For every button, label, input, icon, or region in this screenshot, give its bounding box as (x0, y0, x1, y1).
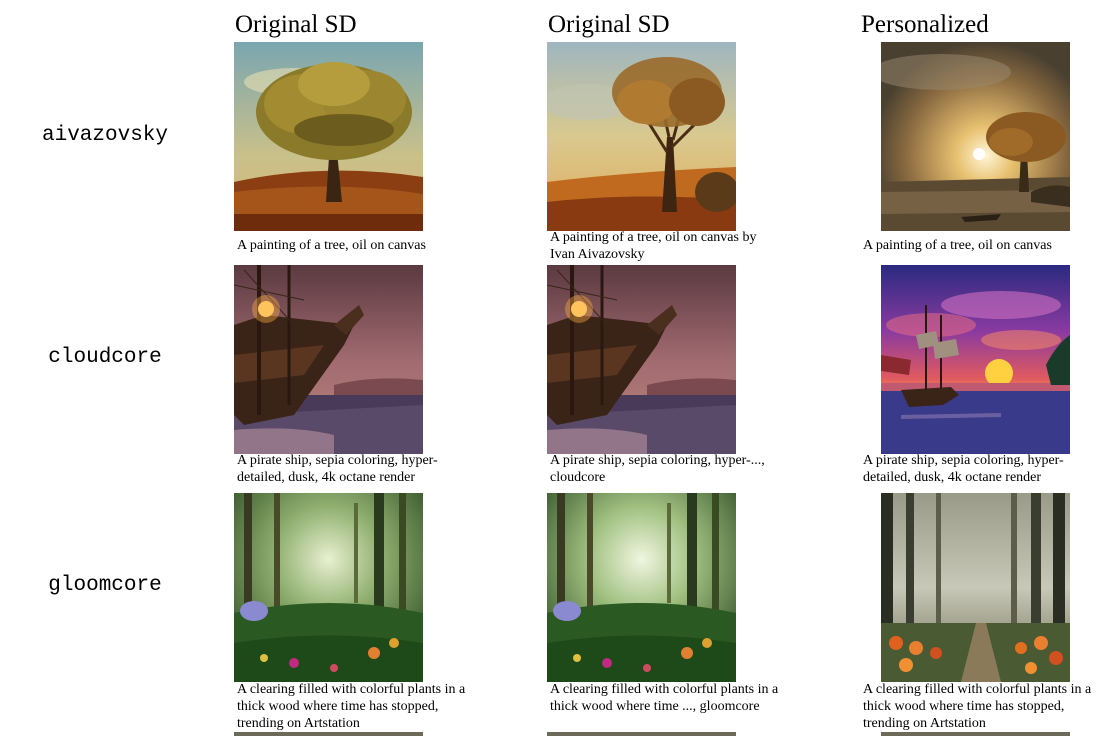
column-header-original-sd-2: Original SD (548, 11, 670, 38)
image-next-row-crop-3 (881, 732, 1070, 736)
row-label-gloomcore: gloomcore (48, 574, 162, 597)
image-next-row-crop-1 (234, 732, 423, 736)
caption-tree-personalized: A painting of a tree, oil on canvas (863, 238, 1052, 253)
caption-forest-original-sd-2: A clearing filled with colorful plants i… (550, 682, 779, 714)
image-tree-original-sd-aivazovsky (547, 42, 736, 231)
caption-forest-original-sd-1: A clearing filled with colorful plants i… (237, 682, 466, 731)
caption-tree-original-sd-2: A painting of a tree, oil on canvas by I… (550, 230, 757, 262)
image-ship-original-sd-cloudcore (547, 265, 736, 454)
image-tree-personalized (881, 42, 1070, 231)
image-ship-original-sd (234, 265, 423, 454)
image-forest-original-sd-gloomcore (547, 493, 736, 682)
image-ship-personalized (881, 265, 1070, 454)
caption-ship-original-sd-2: A pirate ship, sepia coloring, hyper-...… (550, 453, 765, 485)
image-forest-personalized (881, 493, 1070, 682)
image-forest-original-sd (234, 493, 423, 682)
caption-ship-original-sd-1: A pirate ship, sepia coloring, hyper-det… (237, 453, 438, 485)
caption-forest-personalized: A clearing filled with colorful plants i… (863, 682, 1092, 731)
caption-tree-original-sd-1: A painting of a tree, oil on canvas (237, 238, 426, 253)
image-next-row-crop-2 (547, 732, 736, 736)
column-header-personalized: Personalized (861, 11, 989, 38)
column-header-original-sd-1: Original SD (235, 11, 357, 38)
row-label-aivazovsky: aivazovsky (41, 124, 169, 147)
caption-ship-personalized: A pirate ship, sepia coloring, hyper-det… (863, 453, 1064, 485)
image-tree-original-sd (234, 42, 423, 231)
row-label-cloudcore: cloudcore (48, 346, 162, 369)
